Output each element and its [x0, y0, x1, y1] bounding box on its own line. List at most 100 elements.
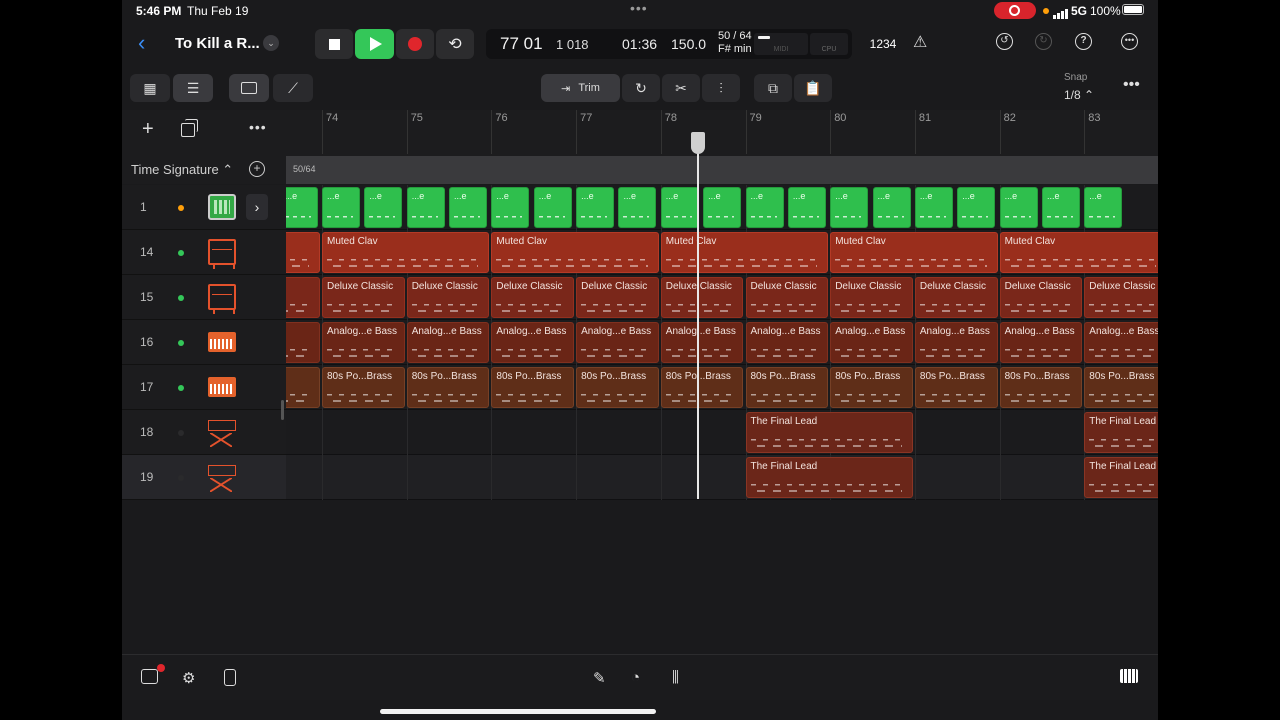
home-indicator[interactable]: [380, 709, 656, 714]
synth-keyboard-icon[interactable]: [208, 377, 236, 397]
eighties-brass-region[interactable]: Brass: [286, 367, 320, 408]
add-time-signature-icon[interactable]: +: [249, 161, 265, 177]
analog-bass-region[interactable]: Analog...e Bass: [830, 322, 913, 363]
drummer-region[interactable]: ...e: [914, 187, 953, 228]
deluxe-classic-region[interactable]: lassic: [286, 277, 320, 318]
mixer-icon[interactable]: ⫼: [672, 669, 679, 686]
track-lane[interactable]: [286, 455, 1158, 500]
track-header[interactable]: 15: [122, 275, 286, 320]
playhead[interactable]: [697, 132, 699, 499]
drummer-region[interactable]: ...e: [703, 187, 742, 228]
drummer-region[interactable]: ...e: [830, 187, 869, 228]
drummer-region[interactable]: ...e: [449, 187, 488, 228]
record-button[interactable]: [396, 29, 434, 59]
electric-piano-icon[interactable]: [208, 239, 236, 269]
loop-tool-icon[interactable]: ↻: [622, 74, 660, 102]
track-list-resize-handle[interactable]: [281, 400, 284, 420]
track-header[interactable]: 18: [122, 410, 286, 455]
eighties-brass-region[interactable]: 80s Po...Brass: [660, 367, 744, 408]
expand-track-chevron-icon[interactable]: ›: [246, 194, 268, 220]
drummer-region[interactable]: ...e: [406, 187, 445, 228]
bar-ruler[interactable]: 74 75 76 77 78 79 80 81 82 83: [286, 110, 1158, 156]
drummer-region[interactable]: ...e: [322, 187, 360, 228]
analog-bass-region[interactable]: Analog...e Bass: [660, 322, 744, 363]
drum-machine-icon[interactable]: [208, 194, 236, 220]
electric-piano-icon[interactable]: [208, 284, 236, 314]
muted-clav-region[interactable]: Muted Clav: [830, 232, 998, 273]
track-more-icon[interactable]: •••: [249, 119, 267, 135]
pencil-icon[interactable]: ✎: [593, 669, 606, 687]
undo-icon[interactable]: ↺: [996, 33, 1013, 50]
toolbar-more-icon[interactable]: •••: [1123, 76, 1140, 94]
drummer-region[interactable]: ...e: [660, 187, 699, 228]
stop-button[interactable]: [315, 29, 353, 59]
eighties-brass-region[interactable]: 80s Po...Brass: [1084, 367, 1158, 408]
snap-value[interactable]: 1/8 ⌃: [1064, 88, 1094, 102]
final-lead-region[interactable]: The Final Lead: [745, 457, 913, 498]
lcd-tempo[interactable]: 150.0: [671, 36, 706, 52]
remote-icon[interactable]: [224, 669, 236, 686]
final-lead-region[interactable]: The Final Lead: [1084, 457, 1158, 498]
drummer-region[interactable]: ...e: [618, 187, 657, 228]
track-header[interactable]: 1 ›: [122, 185, 286, 230]
keyboard-stand-icon[interactable]: [208, 420, 236, 447]
final-lead-region[interactable]: The Final Lead: [1084, 412, 1158, 453]
keyboard-icon[interactable]: [1120, 669, 1138, 683]
track-header[interactable]: 16: [122, 320, 286, 365]
time-signature-track-label[interactable]: Time Signature ⌃: [131, 162, 233, 178]
deluxe-classic-region[interactable]: Deluxe Classic: [491, 277, 575, 318]
eighties-brass-region[interactable]: 80s Po...Brass: [745, 367, 829, 408]
multitask-dots-icon[interactable]: •••: [630, 0, 648, 16]
eighties-brass-region[interactable]: 80s Po...Brass: [491, 367, 575, 408]
track-header[interactable]: 19: [122, 455, 286, 500]
duplicate-track-icon[interactable]: [181, 119, 198, 137]
cycle-button[interactable]: ⟲: [436, 29, 474, 59]
analog-bass-region[interactable]: Analog...e Bass: [491, 322, 575, 363]
paste-icon[interactable]: 📋: [794, 74, 832, 102]
eighties-brass-region[interactable]: 80s Po...Brass: [576, 367, 659, 408]
track-header[interactable]: 17: [122, 365, 286, 410]
deluxe-classic-region[interactable]: Deluxe Classic: [914, 277, 998, 318]
tracks-area[interactable]: ...e ...e ...e ...e ...e ...e ...e ...e ...e ...e…: [286, 185, 1158, 500]
deluxe-classic-region[interactable]: Deluxe Classic: [322, 277, 405, 318]
live-loops-grid-icon[interactable]: ▦: [130, 74, 170, 102]
playhead-handle[interactable]: [691, 132, 705, 154]
muted-clav-region[interactable]: Muted Clav: [491, 232, 659, 273]
eighties-brass-region[interactable]: 80s Po...Brass: [830, 367, 913, 408]
lcd-signature[interactable]: 50 / 64 F# min: [718, 30, 752, 56]
muted-clav-region[interactable]: Muted Clav: [999, 232, 1158, 273]
drummer-region[interactable]: ...e: [286, 187, 318, 228]
eighties-brass-region[interactable]: 80s Po...Brass: [914, 367, 998, 408]
automation-icon[interactable]: ⟋: [273, 74, 313, 102]
add-track-icon[interactable]: +: [142, 118, 154, 141]
help-icon[interactable]: ?: [1075, 33, 1092, 50]
analog-bass-region[interactable]: Analog...e Bass: [914, 322, 998, 363]
drummer-region[interactable]: ...e: [533, 187, 572, 228]
screen-recording-icon[interactable]: [994, 2, 1036, 19]
eighties-brass-region[interactable]: 80s Po...Brass: [999, 367, 1083, 408]
track-header[interactable]: 14: [122, 230, 286, 275]
drummer-region[interactable]: ...e: [1084, 187, 1123, 228]
scissors-icon[interactable]: ✂: [662, 74, 700, 102]
analog-bass-region[interactable]: Analog...e Bass: [999, 322, 1083, 363]
drummer-region[interactable]: ...e: [491, 187, 530, 228]
analog-bass-region[interactable]: Analog...e Bass: [406, 322, 490, 363]
lcd-display[interactable]: 77 01 1 018 01:36 150.0 50 / 64 F# min M…: [486, 29, 852, 59]
analog-bass-region[interactable]: Analog...e Bass: [1084, 322, 1158, 363]
play-button[interactable]: [355, 29, 394, 59]
drummer-region[interactable]: ...e: [957, 187, 996, 228]
inspector-icon[interactable]: ⚙: [182, 669, 195, 687]
drummer-region[interactable]: ...e: [364, 187, 403, 228]
time-signature-lane[interactable]: 50/64: [286, 156, 1158, 184]
more-options-icon[interactable]: •••: [1121, 33, 1138, 50]
deluxe-classic-region[interactable]: Deluxe Classic: [999, 277, 1083, 318]
eighties-brass-region[interactable]: 80s Po...Brass: [406, 367, 490, 408]
muted-clav-region[interactable]: Muted Clav: [322, 232, 490, 273]
muted-clav-region[interactable]: Muted Clav: [660, 232, 829, 273]
region-view-icon[interactable]: [229, 74, 269, 102]
synth-keyboard-icon[interactable]: [208, 332, 236, 352]
muted-clav-region[interactable]: lav: [286, 232, 320, 273]
keyboard-stand-icon[interactable]: [208, 465, 236, 492]
browser-icon[interactable]: [141, 669, 158, 684]
trim-tool-button[interactable]: ⇥ Trim: [541, 74, 620, 102]
